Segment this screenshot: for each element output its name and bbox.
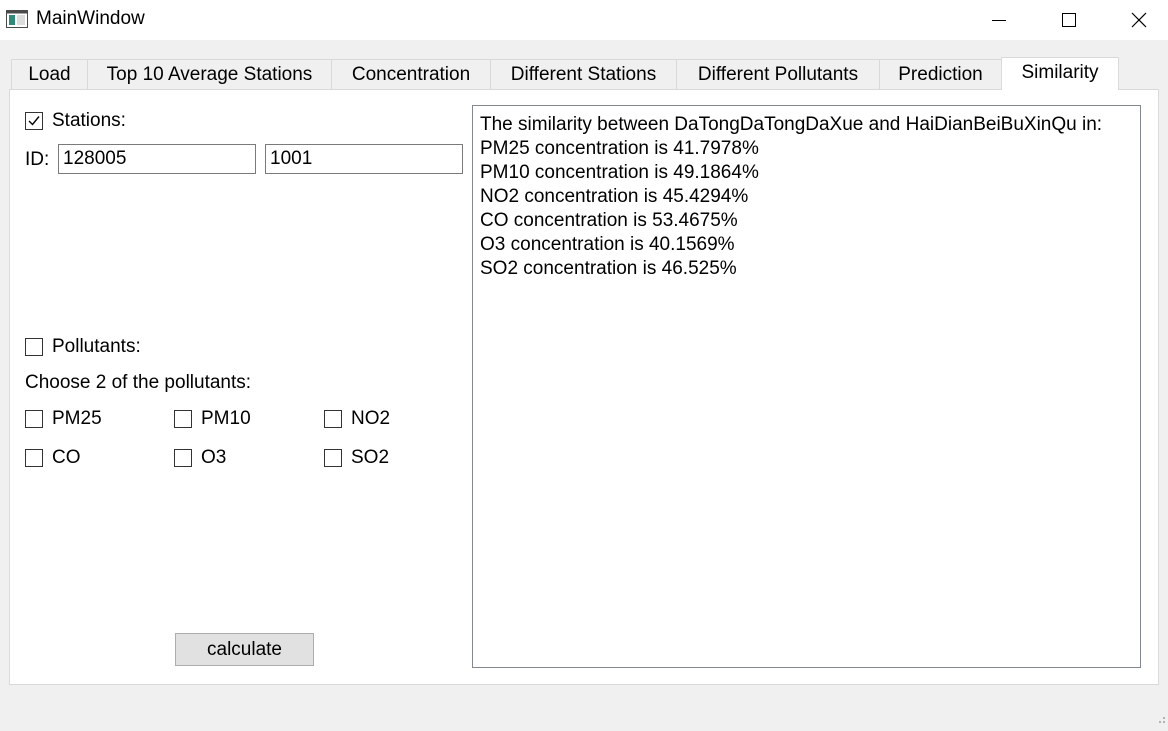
id-label: ID: <box>25 149 50 170</box>
stations-checkbox[interactable] <box>25 112 43 130</box>
result-line-co: CO concentration is 53.4675% <box>480 210 738 231</box>
o3-label: O3 <box>201 447 227 468</box>
pollutant-option-no2[interactable]: NO2 <box>324 408 390 430</box>
app-window-icon <box>6 10 28 28</box>
co-label: CO <box>52 447 81 468</box>
stations-label: Stations: <box>52 110 126 131</box>
resize-grip-icon[interactable] <box>1156 711 1166 729</box>
result-text-area[interactable]: The similarity between DaTongDaTongDaXue… <box>472 105 1141 668</box>
so2-label: SO2 <box>351 447 390 468</box>
no2-checkbox[interactable] <box>324 410 342 428</box>
tab-load[interactable]: Load <box>11 59 88 89</box>
minimize-button[interactable] <box>976 0 1022 40</box>
tab-different-pollutants[interactable]: Different Pollutants <box>676 59 880 89</box>
pollutants-label: Pollutants: <box>52 336 141 357</box>
result-heading: The similarity between DaTongDaTongDaXue… <box>480 114 1103 135</box>
so2-checkbox[interactable] <box>324 449 342 467</box>
station-id-input-2[interactable] <box>265 144 463 174</box>
checkmark-icon <box>28 116 40 126</box>
pollutant-option-pm10[interactable]: PM10 <box>174 408 251 430</box>
station-id-input-1[interactable] <box>58 144 256 174</box>
tab-prediction[interactable]: Prediction <box>879 59 1002 89</box>
pollutants-checkbox[interactable] <box>25 338 43 356</box>
co-checkbox[interactable] <box>25 449 43 467</box>
calculate-button[interactable]: calculate <box>175 633 314 666</box>
pollutant-option-co[interactable]: CO <box>25 447 81 469</box>
pm10-checkbox[interactable] <box>174 410 192 428</box>
title-bar: MainWindow <box>0 0 1168 40</box>
window-title: MainWindow <box>36 8 145 29</box>
choose-pollutants-label: Choose 2 of the pollutants: <box>25 372 252 393</box>
tab-similarity[interactable]: Similarity <box>1001 57 1119 90</box>
minimize-icon <box>992 20 1006 21</box>
close-icon <box>1131 12 1147 28</box>
tab-concentration[interactable]: Concentration <box>331 59 491 89</box>
pollutant-option-pm25[interactable]: PM25 <box>25 408 102 430</box>
pollutant-option-so2[interactable]: SO2 <box>324 447 389 469</box>
tab-different-stations[interactable]: Different Stations <box>490 59 677 89</box>
stations-checkbox-row[interactable]: Stations: <box>25 110 126 132</box>
result-line-no2: NO2 concentration is 45.4294% <box>480 186 749 207</box>
pm10-label: PM10 <box>201 408 251 429</box>
close-button[interactable] <box>1116 0 1162 40</box>
pollutants-checkbox-row[interactable]: Pollutants: <box>25 336 141 358</box>
result-line-pm25: PM25 concentration is 41.7978% <box>480 138 759 159</box>
tab-top-10-average-stations[interactable]: Top 10 Average Stations <box>87 59 332 89</box>
pm25-label: PM25 <box>52 408 102 429</box>
result-line-so2: SO2 concentration is 46.525% <box>480 258 737 279</box>
result-line-o3: O3 concentration is 40.1569% <box>480 234 735 255</box>
maximize-icon <box>1062 13 1076 27</box>
maximize-button[interactable] <box>1046 0 1092 40</box>
pollutant-option-o3[interactable]: O3 <box>174 447 226 469</box>
pm25-checkbox[interactable] <box>25 410 43 428</box>
no2-label: NO2 <box>351 408 391 429</box>
result-line-pm10: PM10 concentration is 49.1864% <box>480 162 759 183</box>
o3-checkbox[interactable] <box>174 449 192 467</box>
